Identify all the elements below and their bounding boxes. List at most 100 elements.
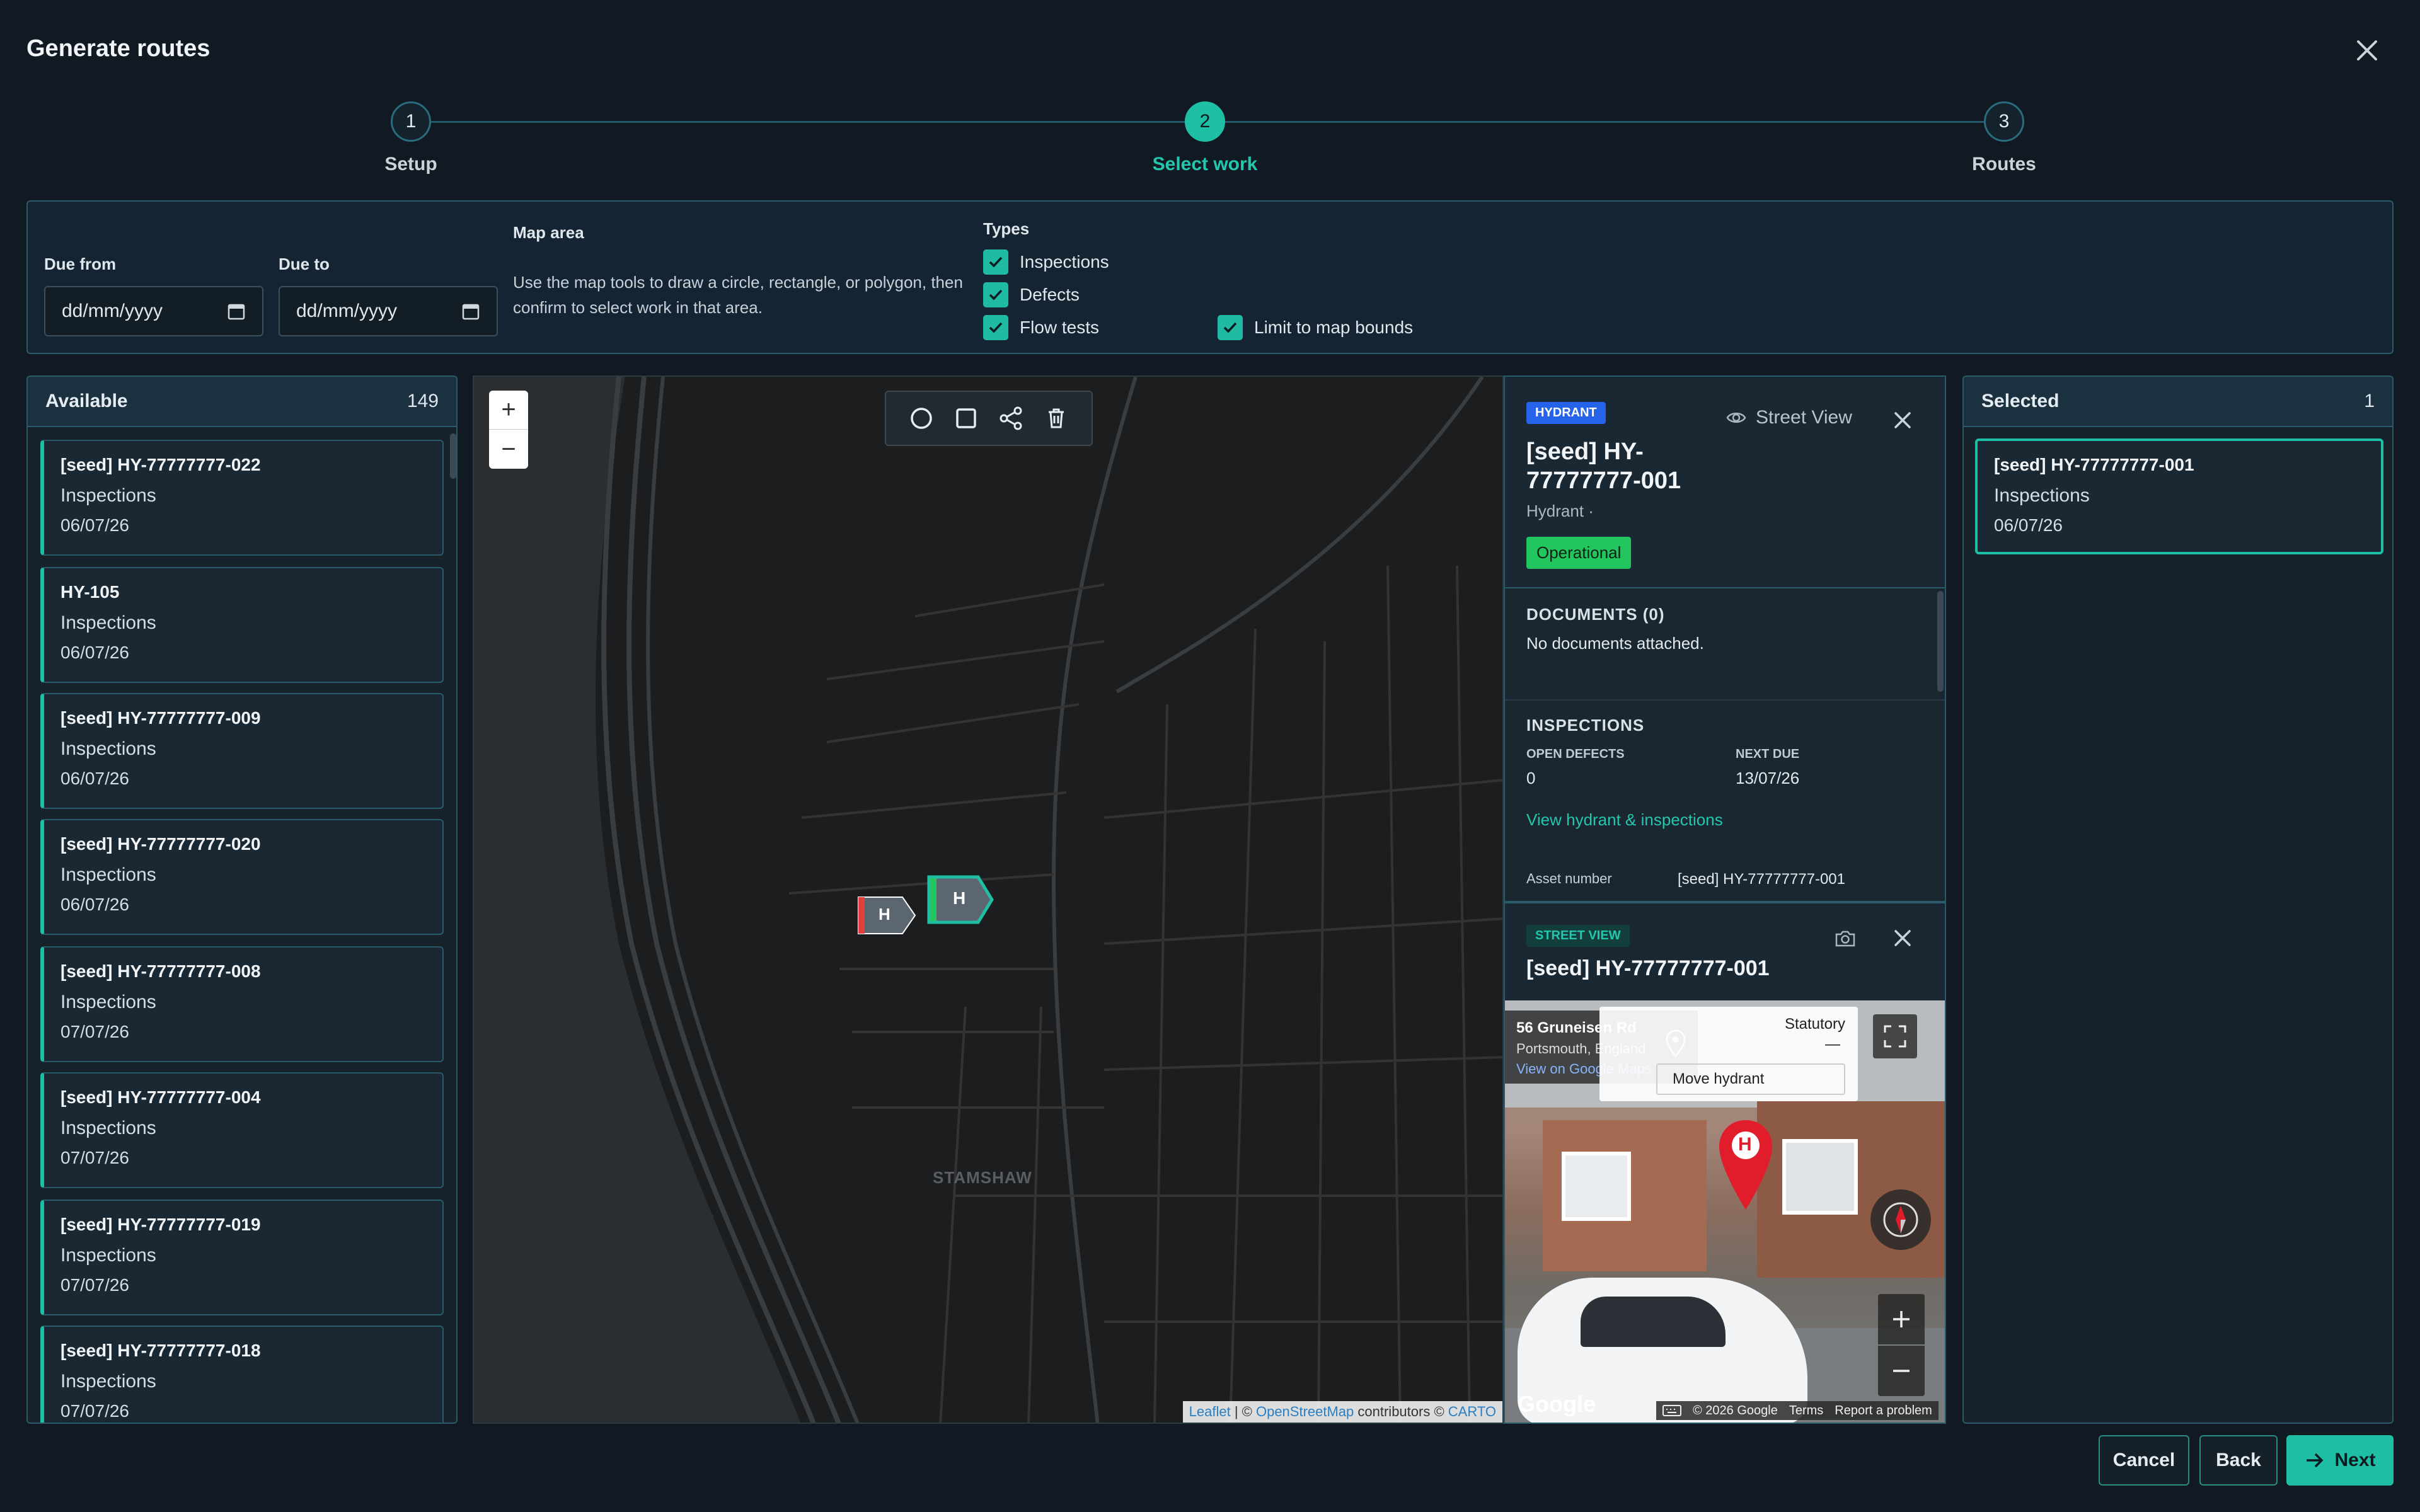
- street-view-title: [seed] HY-77777777-001: [1526, 956, 1770, 980]
- camera-icon[interactable]: [1834, 927, 1857, 950]
- view-hydrant-link[interactable]: View hydrant & inspections: [1526, 810, 1723, 830]
- available-scrollbar[interactable]: [450, 433, 456, 479]
- item-date: 07/07/26: [60, 1022, 129, 1041]
- available-item[interactable]: [seed] HY-77777777-004 Inspections 07/07…: [40, 1072, 444, 1188]
- hydrant-subtitle: Hydrant ·: [1526, 501, 1594, 520]
- step-1-circle[interactable]: 1: [391, 101, 431, 142]
- item-title: [seed] HY-77777777-008: [60, 961, 261, 981]
- sv-zoom-out-icon[interactable]: [1878, 1346, 1925, 1396]
- item-title: [seed] HY-77777777-020: [60, 834, 261, 854]
- back-button[interactable]: Back: [2199, 1435, 2278, 1486]
- draw-rectangle-icon[interactable]: [952, 404, 980, 432]
- open-defects-value: 0: [1526, 769, 1536, 788]
- type-inspections[interactable]: Inspections: [983, 249, 1109, 275]
- step-2-circle[interactable]: 2: [1185, 101, 1225, 142]
- item-title: HY-105: [60, 582, 120, 602]
- openstreetmap-link[interactable]: OpenStreetMap: [1256, 1404, 1354, 1419]
- calendar-icon[interactable]: [461, 302, 480, 321]
- zoom-in-button[interactable]: +: [489, 391, 528, 430]
- available-item[interactable]: [seed] HY-77777777-022 Inspections 06/07…: [40, 440, 444, 556]
- checkbox-checked-icon[interactable]: [1218, 315, 1243, 340]
- hydrant-map-pin[interactable]: H: [1715, 1118, 1776, 1215]
- limit-to-map-bounds[interactable]: Limit to map bounds: [1218, 315, 1413, 340]
- available-item[interactable]: [seed] HY-77777777-019 Inspections 07/07…: [40, 1200, 444, 1315]
- hydrant-title: [seed] HY-77777777-001: [1526, 438, 1681, 494]
- checkbox-checked-icon[interactable]: [983, 315, 1008, 340]
- calendar-icon[interactable]: [227, 302, 246, 321]
- map-area-label: Map area: [513, 223, 584, 242]
- asset-number-label: Asset number: [1526, 871, 1612, 886]
- due-to-placeholder: dd/mm/yyyy: [296, 301, 398, 321]
- details-scrollbar[interactable]: [1937, 591, 1944, 692]
- compass-icon[interactable]: [1870, 1189, 1931, 1250]
- map-area-name: STAMSHAW: [933, 1168, 1032, 1187]
- draw-polygon-icon[interactable]: [998, 404, 1025, 432]
- move-hydrant-button[interactable]: Move hydrant: [1656, 1063, 1845, 1095]
- type-flow-tests-label: Flow tests: [1020, 318, 1100, 337]
- keyboard-icon[interactable]: [1662, 1404, 1681, 1417]
- checkbox-checked-icon[interactable]: [983, 249, 1008, 275]
- sv-report-link[interactable]: Report a problem: [1835, 1404, 1932, 1418]
- trash-icon[interactable]: [1042, 404, 1070, 432]
- sv-zoom-in-icon[interactable]: [1878, 1294, 1925, 1344]
- documents-empty: No documents attached.: [1526, 634, 1704, 653]
- draw-toolbar: [885, 391, 1093, 446]
- item-type: Inspections: [1994, 485, 2090, 506]
- type-defects-label: Defects: [1020, 285, 1080, 304]
- hydrant-marker-defect[interactable]: H: [855, 896, 918, 938]
- item-type: Inspections: [60, 612, 156, 633]
- carto-link[interactable]: CARTO: [1448, 1404, 1496, 1419]
- limit-to-map-bounds-label: Limit to map bounds: [1254, 318, 1414, 337]
- type-flow-tests[interactable]: Flow tests: [983, 315, 1099, 340]
- selected-title: Selected: [1981, 391, 2060, 411]
- step-1-label: Setup: [384, 154, 437, 175]
- close-icon[interactable]: [1892, 927, 1913, 949]
- attribution-separator: | ©: [1230, 1404, 1256, 1419]
- item-type: Inspections: [60, 738, 156, 759]
- sv-terms-link[interactable]: Terms: [1789, 1404, 1823, 1418]
- item-title: [seed] HY-77777777-001: [1994, 455, 2194, 474]
- next-label: Next: [2334, 1450, 2376, 1470]
- hydrant-marker-selected[interactable]: H: [925, 874, 996, 928]
- selected-item[interactable]: [seed] HY-77777777-001 Inspections 06/07…: [1975, 438, 2383, 554]
- due-to-input[interactable]: dd/mm/yyyy: [279, 286, 498, 336]
- zoom-out-button[interactable]: −: [489, 430, 528, 469]
- available-item[interactable]: [seed] HY-77777777-018 Inspections 07/07…: [40, 1326, 444, 1423]
- hydrant-header: HYDRANT Street View [seed] HY-77777777-0…: [1505, 377, 1945, 588]
- selected-count: 1: [2364, 391, 2375, 411]
- status-badge: Operational: [1526, 537, 1632, 569]
- available-item[interactable]: [seed] HY-77777777-009 Inspections 06/07…: [40, 693, 444, 809]
- types-label: Types: [983, 219, 1030, 238]
- close-icon[interactable]: [1892, 410, 1913, 431]
- step-3-circle[interactable]: 3: [1984, 101, 2024, 142]
- available-item[interactable]: [seed] HY-77777777-008 Inspections 07/07…: [40, 946, 444, 1062]
- leaflet-link[interactable]: Leaflet: [1189, 1404, 1231, 1419]
- next-button[interactable]: Next: [2286, 1435, 2394, 1486]
- checkbox-checked-icon[interactable]: [983, 282, 1008, 307]
- item-type: Inspections: [60, 1371, 156, 1392]
- close-icon[interactable]: [2353, 37, 2381, 64]
- street-view-panel: STREET VIEW [seed] HY-77777777-001 56 Gr…: [1505, 901, 1945, 1423]
- item-type: Inspections: [60, 1118, 156, 1138]
- due-from-input[interactable]: dd/mm/yyyy: [44, 286, 263, 336]
- map-view[interactable]: STAMSHAW + − H H Leaflet | © OpenStreetM…: [473, 375, 1504, 1424]
- item-date: 07/07/26: [60, 1401, 129, 1421]
- street-view-image[interactable]: 56 Gruneisen Rd Portsmouth, England View…: [1505, 1000, 1945, 1423]
- available-header: Available 149: [28, 377, 456, 427]
- generate-routes-dialog: Generate routes 1 Setup 2 Select work 3 …: [0, 0, 2420, 1512]
- available-item[interactable]: [seed] HY-77777777-020 Inspections 06/07…: [40, 819, 444, 935]
- street-view-button[interactable]: Street View: [1726, 407, 1852, 428]
- step-3-label: Routes: [1972, 154, 2036, 175]
- open-defects-label: OPEN DEFECTS: [1526, 747, 1625, 761]
- cancel-button[interactable]: Cancel: [2099, 1435, 2189, 1486]
- draw-circle-icon[interactable]: [908, 404, 935, 432]
- hydrant-popup: Statutory — Move hydrant: [1599, 1007, 1858, 1101]
- fullscreen-icon[interactable]: [1873, 1014, 1917, 1058]
- available-item[interactable]: HY-105 Inspections 06/07/26: [40, 567, 444, 683]
- next-due-label: NEXT DUE: [1736, 747, 1800, 761]
- selected-header: Selected 1: [1964, 377, 2392, 427]
- sv-copyright: © 2026 Google: [1693, 1403, 1778, 1418]
- step-2-label: Select work: [1152, 154, 1258, 175]
- type-defects[interactable]: Defects: [983, 282, 1080, 307]
- item-date: 06/07/26: [1994, 515, 2063, 535]
